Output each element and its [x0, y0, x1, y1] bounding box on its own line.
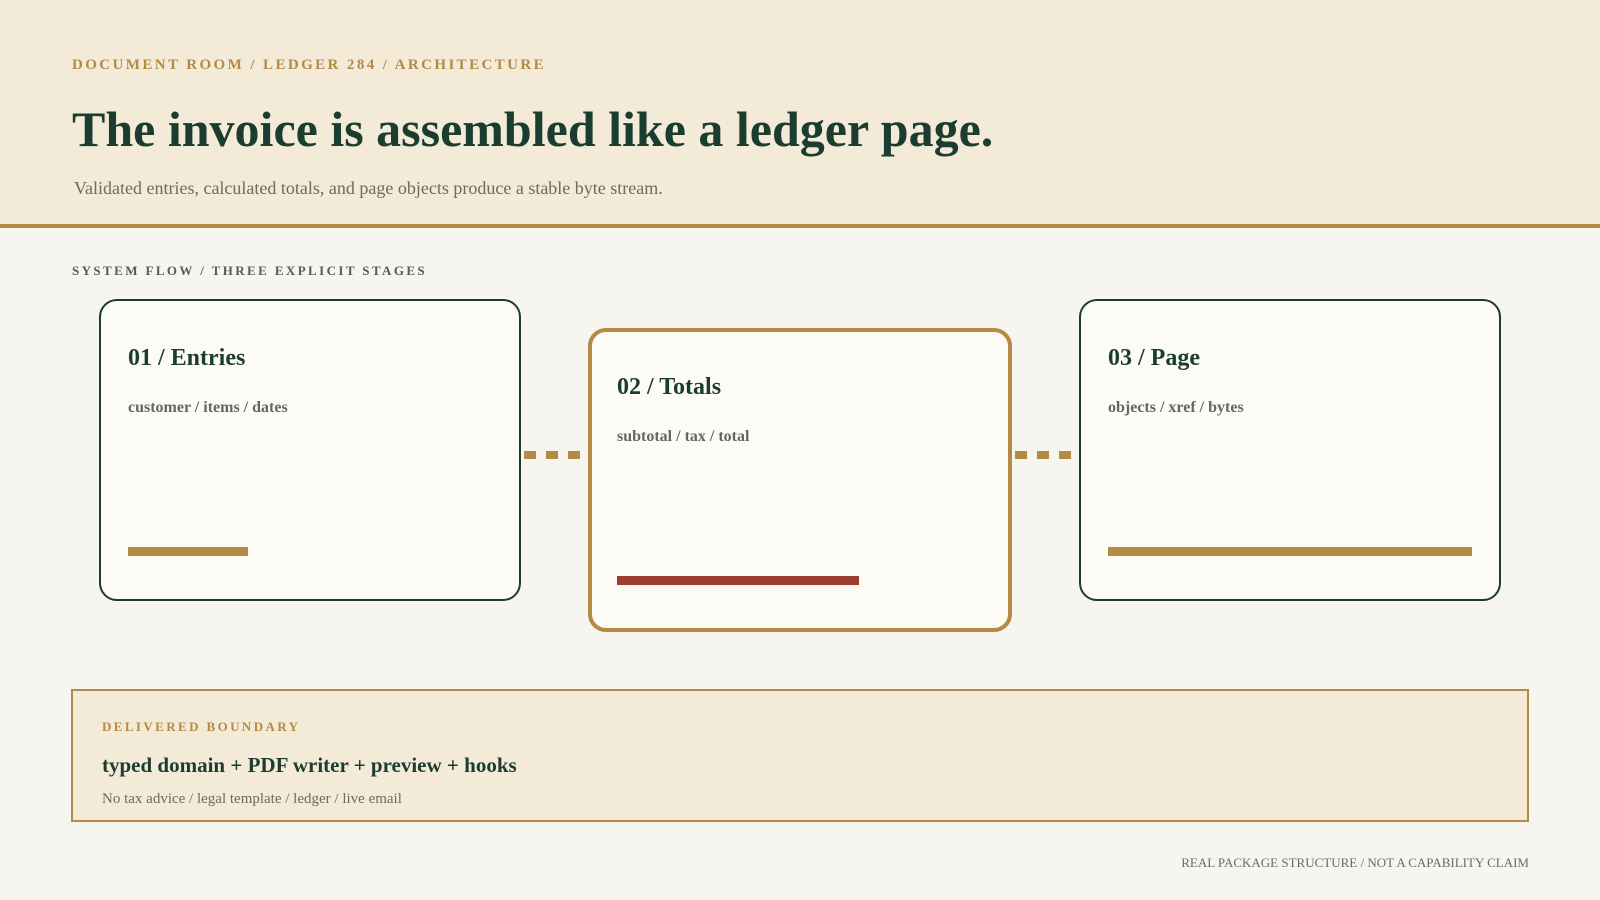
stage-title: 02 / Totals: [617, 374, 722, 400]
page-subtitle: Validated entries, calculated totals, an…: [74, 178, 663, 198]
stage-detail: subtotal / tax / total: [617, 428, 750, 445]
architecture-page: DOCUMENT ROOM / LEDGER 284 / ARCHITECTUR…: [0, 0, 1600, 900]
stage-card-page: 03 / Page objects / xref / bytes: [1079, 299, 1501, 601]
flow-connector: [524, 451, 580, 459]
boundary-note: No tax advice / legal template / ledger …: [102, 791, 402, 807]
stage-card-entries: 01 / Entries customer / items / dates: [99, 299, 521, 601]
connector-dash: [1015, 451, 1027, 459]
connector-dash: [568, 451, 580, 459]
flow-section-label: SYSTEM FLOW / THREE EXPLICIT STAGES: [72, 263, 428, 278]
footer-note: REAL PACKAGE STRUCTURE / NOT A CAPABILIT…: [1181, 855, 1529, 870]
boundary-label: DELIVERED BOUNDARY: [102, 719, 301, 734]
connector-dash: [546, 451, 558, 459]
connector-dash: [524, 451, 536, 459]
stage-progress-bar: [1108, 547, 1472, 556]
page-title: The invoice is assembled like a ledger p…: [72, 101, 994, 157]
stage-title: 01 / Entries: [128, 345, 246, 371]
delivered-boundary-panel: DELIVERED BOUNDARY typed domain + PDF wr…: [71, 689, 1529, 822]
stage-detail: objects / xref / bytes: [1108, 399, 1244, 416]
connector-dash: [1059, 451, 1071, 459]
breadcrumb: DOCUMENT ROOM / LEDGER 284 / ARCHITECTUR…: [72, 57, 546, 73]
stage-card-totals: 02 / Totals subtotal / tax / total: [588, 328, 1012, 632]
boundary-title: typed domain + PDF writer + preview + ho…: [102, 753, 517, 777]
stage-detail: customer / items / dates: [128, 399, 288, 416]
page-header: DOCUMENT ROOM / LEDGER 284 / ARCHITECTUR…: [0, 0, 1600, 228]
stage-title: 03 / Page: [1108, 345, 1200, 371]
stage-progress-bar: [617, 576, 859, 585]
connector-dash: [1037, 451, 1049, 459]
stage-progress-bar: [128, 547, 248, 556]
flow-connector: [1015, 451, 1071, 459]
